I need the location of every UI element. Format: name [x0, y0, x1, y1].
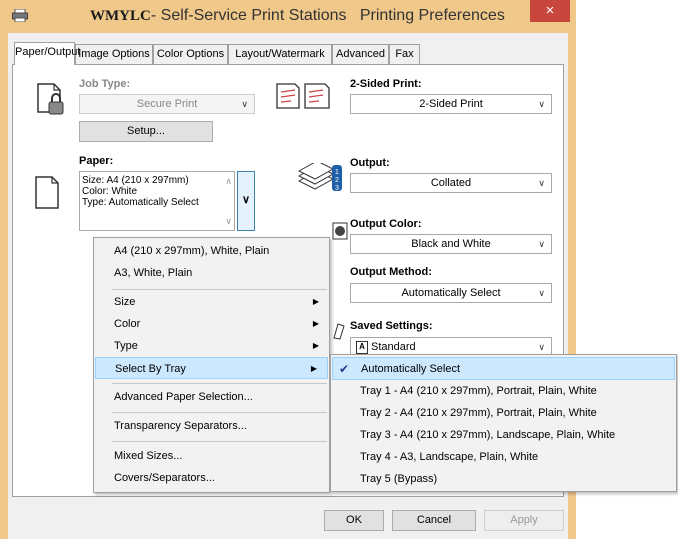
tab-layout-watermark[interactable]: Layout/Watermark: [228, 44, 332, 64]
paper-summary-box[interactable]: Size: A4 (210 x 297mm) Color: White Type…: [79, 171, 235, 231]
menu-item-a4-white-plain[interactable]: A4 (210 x 297mm), White, Plain: [94, 240, 329, 262]
chevron-down-icon: ∨: [241, 194, 251, 206]
two-sided-value: 2-Sided Print: [419, 98, 483, 110]
output-method-label: Output Method:: [350, 266, 432, 278]
menu-separator: [112, 383, 327, 384]
output-value: Collated: [430, 177, 472, 189]
job-type-lock-icon: [37, 83, 64, 115]
output-color-select[interactable]: Black and White ∨: [350, 234, 552, 254]
menu-separator: [112, 441, 327, 442]
tray-submenu: ✔ Automatically Select Tray 1 - A4 (210 …: [330, 354, 677, 492]
close-button[interactable]: ×: [530, 0, 570, 22]
tray-item-tray-3[interactable]: Tray 3 - A4 (210 x 297mm), Landscape, Pl…: [332, 424, 675, 446]
menu-item-a3-white-plain[interactable]: A3, White, Plain: [94, 262, 329, 284]
tray-item-tray-4[interactable]: Tray 4 - A3, Landscape, Plain, White: [332, 446, 675, 468]
menu-item-mixed-sizes[interactable]: Mixed Sizes...: [94, 445, 329, 467]
paper-type-line: Type: Automatically Select: [82, 197, 199, 208]
cancel-button[interactable]: Cancel: [392, 510, 476, 531]
tab-image-options[interactable]: Image Options: [75, 44, 153, 64]
menu-separator: [112, 412, 327, 413]
svg-text:1: 1: [335, 169, 339, 176]
chevron-down-icon: ∨: [538, 99, 545, 109]
tray-item-automatically-select[interactable]: ✔ Automatically Select: [332, 357, 675, 380]
saved-settings-icon: [333, 323, 345, 340]
two-sided-select[interactable]: 2-Sided Print ∨: [350, 94, 552, 114]
job-type-value: Secure Print: [136, 98, 198, 110]
chevron-down-icon: ∨: [538, 288, 545, 298]
chevron-down-icon: ∨: [241, 99, 248, 109]
submenu-arrow-icon: ▶: [310, 364, 317, 373]
job-type-label: Job Type:: [79, 78, 131, 90]
tab-color-options[interactable]: Color Options: [153, 44, 228, 64]
menu-separator: [112, 289, 327, 290]
svg-text:2: 2: [335, 177, 339, 184]
tray-item-tray-2[interactable]: Tray 2 - A4 (210 x 297mm), Portrait, Pla…: [332, 402, 675, 424]
submenu-arrow-icon: ▶: [312, 341, 319, 350]
paper-size-line: Size: A4 (210 x 297mm): [82, 175, 189, 186]
printer-icon: [12, 9, 28, 22]
saved-settings-label: Saved Settings:: [350, 320, 433, 332]
output-select[interactable]: Collated ∨: [350, 173, 552, 193]
setup-button[interactable]: Setup...: [79, 121, 213, 142]
tab-fax[interactable]: Fax: [389, 44, 420, 64]
submenu-arrow-icon: ▶: [312, 319, 319, 328]
tab-paper-output[interactable]: Paper/Output: [14, 42, 80, 65]
output-collate-icon: 1 2 3: [297, 163, 342, 192]
two-sided-print-icon: [276, 83, 330, 109]
window-title: - Self-Service Print Stations Printing P…: [142, 7, 505, 24]
tray-item-tray-5-bypass[interactable]: Tray 5 (Bypass): [332, 468, 675, 490]
scroll-up-icon[interactable]: ∧: [225, 176, 232, 187]
menu-item-color[interactable]: Color ▶: [94, 313, 329, 335]
submenu-arrow-icon: ▶: [312, 297, 319, 306]
output-method-select[interactable]: Automatically Select ∨: [350, 283, 552, 303]
menu-item-transparency-separators[interactable]: Transparency Separators...: [94, 415, 329, 437]
chevron-down-icon: ∨: [538, 239, 545, 249]
apply-button[interactable]: Apply: [484, 510, 564, 531]
paper-color-line: Color: White: [82, 186, 138, 197]
two-sided-label: 2-Sided Print:: [350, 78, 422, 90]
tray-item-tray-1[interactable]: Tray 1 - A4 (210 x 297mm), Portrait, Pla…: [332, 380, 675, 402]
output-color-icon: [332, 222, 348, 240]
paper-context-menu: A4 (210 x 297mm), White, Plain A3, White…: [93, 237, 330, 493]
job-type-select[interactable]: Secure Print ∨: [79, 94, 255, 114]
output-method-value: Automatically Select: [401, 287, 501, 299]
saved-settings-a-icon: A: [356, 341, 368, 354]
chevron-down-icon: ∨: [538, 178, 545, 188]
menu-item-size[interactable]: Size ▶: [94, 291, 329, 313]
tab-advanced[interactable]: Advanced: [332, 44, 389, 64]
paper-dropdown-button[interactable]: ∨: [237, 171, 255, 231]
menu-item-select-by-tray[interactable]: Select By Tray ▶: [95, 357, 328, 379]
paper-label: Paper:: [79, 155, 114, 167]
paper-icon: [35, 176, 59, 209]
menu-item-covers-separators[interactable]: Covers/Separators...: [94, 467, 329, 489]
menu-item-type[interactable]: Type ▶: [94, 335, 329, 357]
checkmark-icon: ✔: [339, 362, 350, 376]
scroll-down-icon[interactable]: ∨: [225, 216, 232, 227]
svg-text:3: 3: [335, 185, 339, 192]
title-bar[interactable]: WMYLC - Self-Service Print Stations Prin…: [0, 0, 576, 33]
output-color-label: Output Color:: [350, 218, 422, 230]
output-label: Output:: [350, 157, 390, 169]
output-color-value: Black and White: [411, 238, 491, 250]
menu-item-advanced-paper-selection[interactable]: Advanced Paper Selection...: [94, 386, 329, 408]
ok-button[interactable]: OK: [324, 510, 384, 531]
